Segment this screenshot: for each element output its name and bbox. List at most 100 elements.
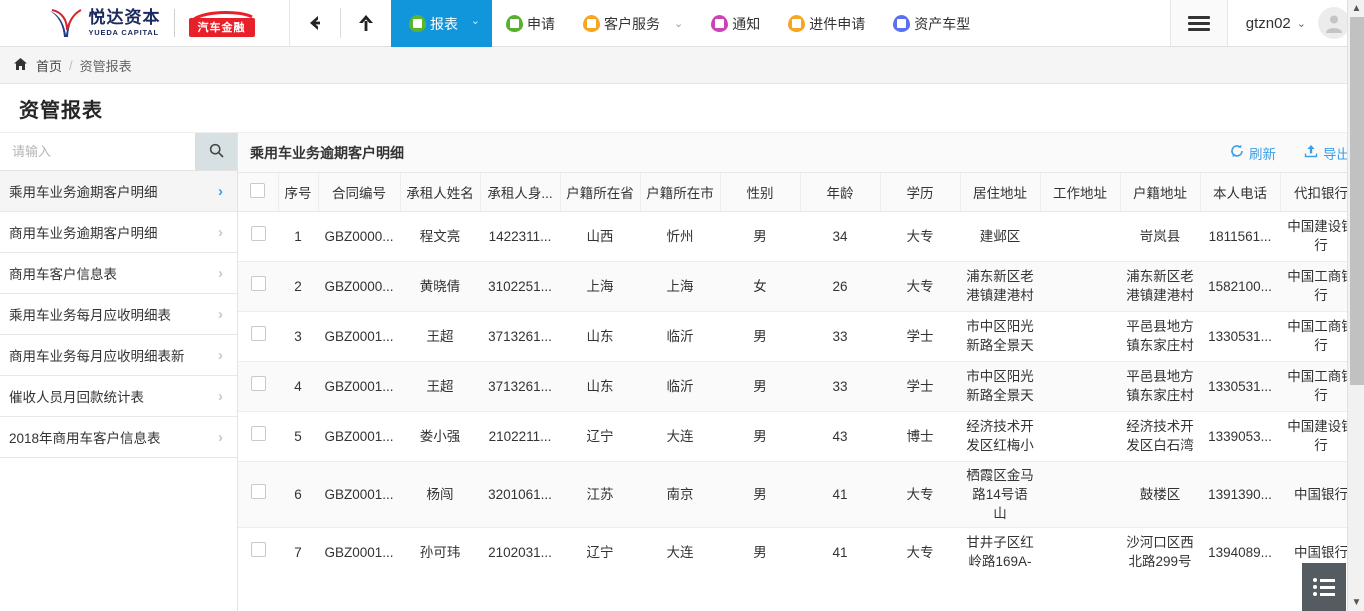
column-header-city[interactable]: 户籍所在市 (640, 173, 720, 211)
column-header-education[interactable]: 学历 (880, 173, 960, 211)
table-row[interactable]: 3 GBZ0001... 王超 3713261... 山东 临沂 男 33 学士… (238, 311, 1362, 361)
breadcrumb-home-link[interactable]: 首页 (36, 56, 62, 75)
cell-city: 临沂 (640, 311, 720, 361)
column-header-gender[interactable]: 性别 (720, 173, 800, 211)
nav-item-asset-vehicle[interactable]: 资产车型 (879, 0, 984, 47)
row-select-cell[interactable] (238, 361, 278, 411)
row-select-cell[interactable] (238, 261, 278, 311)
back-arrow-icon[interactable] (290, 0, 340, 46)
cell-phone: 1391390... (1200, 461, 1280, 527)
scroll-up-arrow-icon[interactable]: ▲ (1348, 0, 1364, 17)
row-checkbox[interactable] (251, 426, 266, 441)
cell-province: 辽宁 (560, 411, 640, 461)
page-body: 乘用车业务逾期客户明细 › 商用车业务逾期客户明细 › 商用车客户信息表 › 乘… (0, 133, 1364, 611)
table-row[interactable]: 6 GBZ0001... 杨闯 3201061... 江苏 南京 男 41 大专… (238, 461, 1362, 527)
brand-logo[interactable]: 悦达资本 YUEDA CAPITAL 汽车金融 (0, 0, 290, 46)
sidebar-item-1[interactable]: 商用车业务逾期客户明细 › (0, 212, 237, 253)
table-row[interactable]: 4 GBZ0001... 王超 3713261... 山东 临沂 男 33 学士… (238, 361, 1362, 411)
hamburger-menu-icon[interactable] (1170, 0, 1228, 46)
column-header-work-address[interactable]: 工作地址 (1040, 173, 1120, 211)
export-button[interactable]: 导出 (1304, 143, 1350, 163)
incoming-application-icon (788, 15, 805, 32)
nav-item-apply[interactable]: 申请 (492, 0, 569, 47)
sidebar-item-4[interactable]: 商用车业务每月应收明细表新 › (0, 335, 237, 376)
cell-phone: 1330531... (1200, 361, 1280, 411)
row-select-cell[interactable] (238, 211, 278, 261)
select-all-header[interactable] (238, 173, 278, 211)
cell-age: 41 (800, 527, 880, 571)
search-input[interactable] (0, 133, 195, 170)
nav-item-customer-service[interactable]: 客户服务 ⌄ (569, 0, 697, 47)
cell-index: 4 (278, 361, 318, 411)
scroll-down-arrow-icon[interactable]: ▼ (1348, 594, 1364, 611)
cell-gender: 男 (720, 211, 800, 261)
breadcrumb: 首页 / 资管报表 (0, 47, 1364, 84)
sidebar-item-2[interactable]: 商用车客户信息表 › (0, 253, 237, 294)
cell-city: 大连 (640, 411, 720, 461)
sidebar-item-3[interactable]: 乘用车业务每月应收明细表 › (0, 294, 237, 335)
row-checkbox[interactable] (251, 226, 266, 241)
logo-title-en: YUEDA CAPITAL (89, 29, 161, 37)
chevron-down-icon: ⌄ (674, 17, 683, 30)
table-row[interactable]: 5 GBZ0001... 娄小强 2102211... 辽宁 大连 男 43 博… (238, 411, 1362, 461)
column-header-residence-address[interactable]: 居住地址 (960, 173, 1040, 211)
cell-education: 大专 (880, 261, 960, 311)
table-row[interactable]: 1 GBZ0000... 程文亮 1422311... 山西 忻州 男 34 大… (238, 211, 1362, 261)
user-menu[interactable]: gtzn02 ⌄ (1228, 0, 1364, 46)
row-checkbox[interactable] (251, 326, 266, 341)
up-arrow-icon[interactable] (341, 0, 391, 46)
refresh-button[interactable]: 刷新 (1230, 143, 1276, 163)
row-checkbox[interactable] (251, 276, 266, 291)
select-all-checkbox[interactable] (250, 183, 265, 198)
chevron-right-icon: › (218, 347, 223, 364)
refresh-icon (1230, 144, 1244, 161)
nav-item-incoming-application[interactable]: 进件申请 (774, 0, 879, 47)
sidebar-item-6[interactable]: 2018年商用车客户信息表 › (0, 417, 237, 458)
row-checkbox[interactable] (251, 376, 266, 391)
cell-age: 26 (800, 261, 880, 311)
sidebar-item-5[interactable]: 催收人员月回款统计表 › (0, 376, 237, 417)
cell-lessee-name: 程文亮 (400, 211, 480, 261)
floating-list-button[interactable] (1302, 563, 1346, 611)
column-header-lessee-name[interactable]: 承租人姓名 (400, 173, 480, 211)
sidebar-item-0[interactable]: 乘用车业务逾期客户明细 › (0, 171, 237, 212)
avatar (1318, 7, 1350, 39)
nav-item-incoming-application-label: 进件申请 (809, 14, 865, 34)
row-select-cell[interactable] (238, 461, 278, 527)
table-scroll-container[interactable]: 序号 合同编号 承租人姓名 承租人身... 户籍所在省 户籍所在市 性别 年龄 … (238, 173, 1364, 571)
page-scrollbar[interactable]: ▲ ▼ (1347, 0, 1364, 611)
cell-residence-address: 建邺区 (960, 211, 1040, 261)
cell-index: 5 (278, 411, 318, 461)
logo-title-cn: 悦达资本 (89, 10, 161, 27)
chevron-right-icon: › (218, 265, 223, 282)
table-row[interactable]: 7 GBZ0001... 孙可玮 2102031... 辽宁 大连 男 41 大… (238, 527, 1362, 571)
table-row[interactable]: 2 GBZ0000... 黄晓倩 3102251... 上海 上海 女 26 大… (238, 261, 1362, 311)
cell-province: 辽宁 (560, 527, 640, 571)
column-header-contract-no[interactable]: 合同编号 (318, 173, 400, 211)
column-header-lessee-id[interactable]: 承租人身... (480, 173, 560, 211)
row-select-cell[interactable] (238, 411, 278, 461)
row-select-cell[interactable] (238, 311, 278, 361)
cell-age: 41 (800, 461, 880, 527)
cell-gender: 男 (720, 527, 800, 571)
breadcrumb-current: 资管报表 (80, 56, 132, 75)
sidebar-item-label: 商用车业务逾期客户明细 (9, 222, 158, 242)
row-checkbox[interactable] (251, 542, 266, 557)
row-checkbox[interactable] (251, 484, 266, 499)
cell-lessee-id: 3713261... (480, 361, 560, 411)
column-header-household-address[interactable]: 户籍地址 (1120, 173, 1200, 211)
cell-lessee-id: 3713261... (480, 311, 560, 361)
nav-item-report[interactable]: 报表 ⌄ (391, 0, 492, 47)
cell-phone: 1394089... (1200, 527, 1280, 571)
column-header-province[interactable]: 户籍所在省 (560, 173, 640, 211)
sidebar-item-label: 催收人员月回款统计表 (9, 386, 144, 406)
column-header-phone[interactable]: 本人电话 (1200, 173, 1280, 211)
cell-education: 学士 (880, 311, 960, 361)
column-header-index[interactable]: 序号 (278, 173, 318, 211)
search-button[interactable] (195, 133, 237, 170)
cell-index: 2 (278, 261, 318, 311)
nav-item-notification[interactable]: 通知 (697, 0, 774, 47)
row-select-cell[interactable] (238, 527, 278, 571)
column-header-age[interactable]: 年龄 (800, 173, 880, 211)
page-scrollbar-thumb[interactable] (1350, 17, 1364, 385)
